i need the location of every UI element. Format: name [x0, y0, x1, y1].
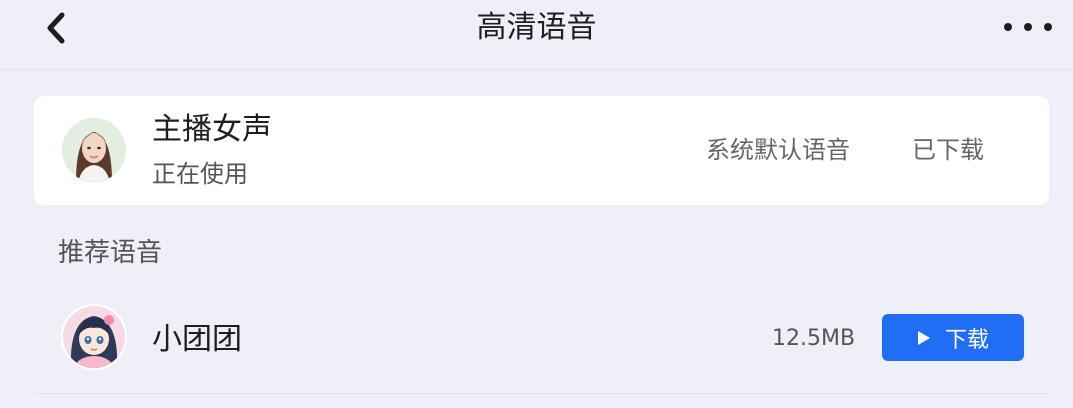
- downloaded-status: 已下载: [912, 136, 984, 164]
- file-size: 12.5MB: [772, 326, 856, 351]
- top-bar: 高清语音: [0, 0, 1073, 70]
- system-default-label: 系统默认语音: [706, 136, 850, 164]
- play-triangle-icon: [917, 330, 930, 345]
- more-dot: [1024, 23, 1032, 31]
- voice-name: 主播女声: [152, 112, 272, 147]
- list-item[interactable]: 小团团 12.5MB 下载: [34, 296, 1049, 394]
- more-button[interactable]: [1004, 12, 1052, 42]
- more-dot: [1044, 23, 1052, 31]
- anime-girl-avatar: [61, 304, 127, 370]
- voice-name: 小团团: [152, 322, 242, 357]
- download-button[interactable]: 下载: [882, 314, 1024, 361]
- in-use-status: 正在使用: [152, 160, 248, 188]
- more-dot: [1004, 23, 1012, 31]
- download-label: 下载: [944, 327, 989, 353]
- female-avatar: [62, 118, 126, 182]
- recommended-section-title: 推荐语音: [58, 238, 163, 268]
- current-voice-card[interactable]: 主播女声 正在使用 系统默认语音 已下载: [34, 96, 1049, 205]
- page-title: 高清语音: [476, 10, 597, 45]
